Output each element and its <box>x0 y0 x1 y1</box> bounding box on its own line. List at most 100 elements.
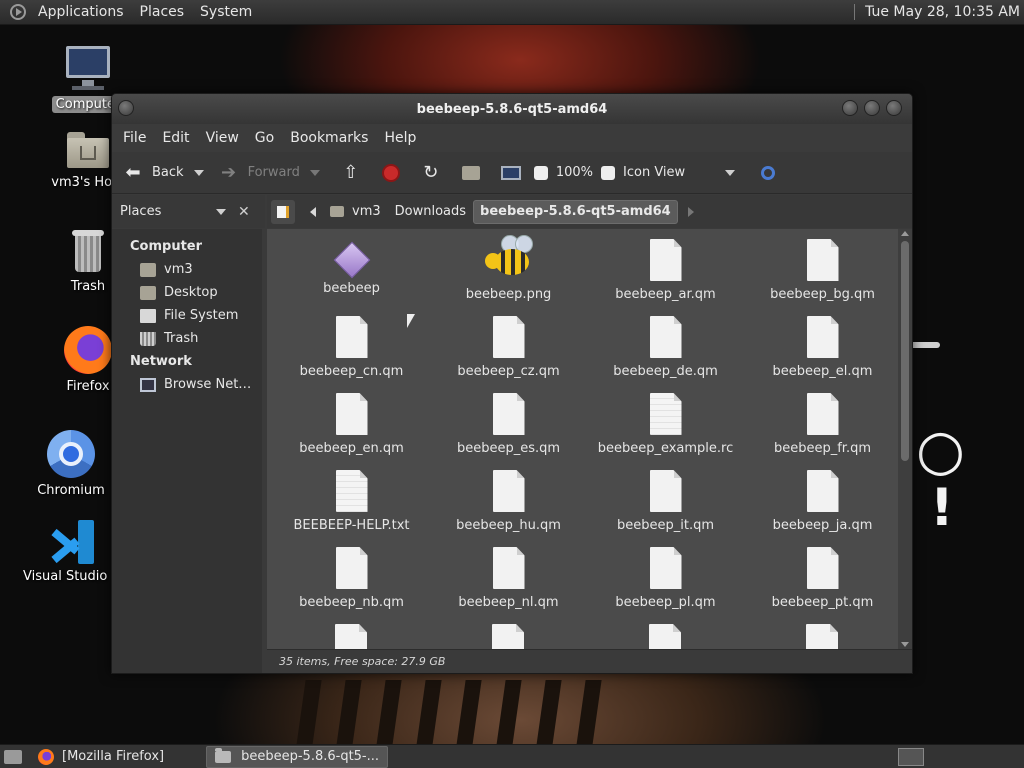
file-item[interactable]: beebeep <box>273 239 430 296</box>
file-name: beebeep_fr.qm <box>773 441 872 456</box>
file-name: beebeep_nb.qm <box>299 595 404 610</box>
path-segment-downloads[interactable]: Downloads <box>388 200 473 224</box>
close-button[interactable] <box>886 100 902 116</box>
file-item[interactable]: beebeep.png <box>430 235 587 302</box>
file-item[interactable]: beebeep_en.qm <box>273 393 430 456</box>
reload-icon[interactable]: ↻ <box>420 162 442 184</box>
document-icon <box>806 624 838 649</box>
top-panel: Applications Places System Tue May 28, 1… <box>0 0 1024 25</box>
taskbar-item-firefox[interactable]: [Mozilla Firefox] <box>30 746 172 768</box>
menu-file[interactable]: File <box>115 130 154 146</box>
file-item[interactable]: beebeep_cz.qm <box>430 316 587 379</box>
close-sidebar-icon[interactable]: ✕ <box>238 204 250 220</box>
vscode-icon <box>51 520 96 564</box>
file-item[interactable]: beebeep_el.qm <box>744 316 901 379</box>
window-menu-button[interactable] <box>118 100 134 116</box>
search-icon[interactable] <box>757 162 779 184</box>
file-item[interactable]: beebeep_nb.qm <box>273 547 430 610</box>
home-icon[interactable] <box>460 162 482 184</box>
menu-view[interactable]: View <box>198 130 247 146</box>
file-item[interactable]: beebeep_hu.qm <box>430 470 587 533</box>
chromium-icon <box>47 430 95 478</box>
forward-history-dropdown[interactable] <box>309 169 320 176</box>
file-item[interactable]: beebeep_es.qm <box>430 393 587 456</box>
file-name: beebeep_es.qm <box>456 441 561 456</box>
file-name: beebeep_cn.qm <box>299 364 404 379</box>
up-arrow-icon[interactable]: ⇧ <box>340 162 362 184</box>
minimize-button[interactable] <box>842 100 858 116</box>
scrollbar-thumb[interactable] <box>901 241 909 461</box>
forward-button[interactable]: ➔ Forward <box>218 158 320 188</box>
back-history-dropdown[interactable] <box>193 169 204 176</box>
window-titlebar[interactable]: beebeep-5.8.6-qt5-amd64 <box>112 94 912 124</box>
computer-icon[interactable] <box>500 162 522 184</box>
drive-icon <box>140 308 156 323</box>
toolbar: ⬅ Back ➔ Forward ⇧ ↻ 100% Icon View <box>112 152 912 194</box>
file-item[interactable]: beebeep_example.rc <box>587 393 744 456</box>
path-segment-home[interactable]: vm3 <box>323 200 388 224</box>
places-menu[interactable]: Places <box>132 0 193 25</box>
file-item[interactable]: beebeep_pt.qm <box>744 547 901 610</box>
file-item[interactable]: beebeep_it.qm <box>587 470 744 533</box>
file-item[interactable]: BEEBEEP-HELP.txt <box>273 470 430 533</box>
file-item[interactable]: beebeep_pl.qm <box>587 547 744 610</box>
taskbar-item-file-manager[interactable]: beebeep-5.8.6-qt5-... <box>206 745 389 768</box>
sidebar-item-file-system[interactable]: File System <box>112 304 262 327</box>
stop-icon[interactable] <box>380 162 402 184</box>
document-icon <box>492 624 524 649</box>
sidebar-pane-select[interactable]: Places <box>118 201 230 223</box>
path-scroll-right[interactable] <box>687 206 694 217</box>
file-item[interactable]: beebeep_fr.qm <box>744 393 901 456</box>
file-name: beebeep_el.qm <box>772 364 873 379</box>
file-item[interactable]: beebeep_ja.qm <box>744 470 901 533</box>
file-name: beebeep_en.qm <box>299 441 404 456</box>
menu-go[interactable]: Go <box>247 130 282 146</box>
menu-help[interactable]: Help <box>376 130 424 146</box>
file-name: beebeep_ja.qm <box>772 518 873 533</box>
path-scroll-left[interactable] <box>303 200 323 224</box>
menubar: File Edit View Go Bookmarks Help <box>112 124 912 152</box>
show-desktop-icon[interactable] <box>4 749 22 764</box>
zoom-level: 100% <box>555 165 594 180</box>
menu-edit[interactable]: Edit <box>154 130 197 146</box>
zoom-out-icon[interactable] <box>530 162 552 184</box>
back-button[interactable]: ⬅ Back <box>122 158 204 188</box>
file-name: beebeep_hu.qm <box>456 518 561 533</box>
path-segment-current[interactable]: beebeep-5.8.6-qt5-amd64 <box>473 199 678 224</box>
chevron-down-icon <box>725 169 736 176</box>
applications-menu[interactable]: Applications <box>30 0 132 25</box>
applications-logo-icon[interactable] <box>10 4 26 20</box>
menu-bookmarks[interactable]: Bookmarks <box>282 130 376 146</box>
document-icon <box>492 393 525 435</box>
file-item[interactable]: beebeep_bg.qm <box>744 239 901 302</box>
edit-location-icon[interactable] <box>271 199 295 224</box>
view-mode-select[interactable]: Icon View <box>623 158 736 188</box>
home-folder-icon <box>140 262 156 277</box>
home-folder-icon <box>65 128 111 170</box>
zoom-in-icon[interactable] <box>597 162 619 184</box>
sidebar-heading-computer: Computer <box>130 239 203 254</box>
maximize-button[interactable] <box>864 100 880 116</box>
clock[interactable]: Tue May 28, 10:35 AM <box>865 4 1024 20</box>
scroll-up-arrow[interactable] <box>901 231 909 236</box>
document-icon <box>806 393 839 435</box>
document-icon <box>806 470 839 512</box>
sidebar-item-vm3[interactable]: vm3 <box>112 258 262 281</box>
file-name: beebeep <box>323 281 380 296</box>
file-view[interactable]: beebeep beebeep.png beebeep_ar.qm beebeep_b… <box>267 229 912 649</box>
sidebar-item-desktop[interactable]: Desktop <box>112 281 262 304</box>
system-menu[interactable]: System <box>192 0 260 25</box>
file-item[interactable]: beebeep_de.qm <box>587 316 744 379</box>
desktop-icon-label: Trash <box>70 279 106 294</box>
file-item[interactable]: beebeep_ar.qm <box>587 239 744 302</box>
sidebar-item-browse-network[interactable]: Browse Net… <box>112 373 262 396</box>
network-icon <box>140 377 156 392</box>
vertical-scrollbar[interactable] <box>898 229 912 649</box>
file-item[interactable]: beebeep_nl.qm <box>430 547 587 610</box>
document-icon <box>492 316 525 358</box>
document-icon <box>649 470 682 512</box>
sidebar-item-trash[interactable]: Trash <box>112 327 262 350</box>
workspace-switcher[interactable] <box>898 747 924 766</box>
desktop-icon-chromium[interactable]: Chromium <box>16 430 126 499</box>
scroll-down-arrow[interactable] <box>901 642 909 647</box>
